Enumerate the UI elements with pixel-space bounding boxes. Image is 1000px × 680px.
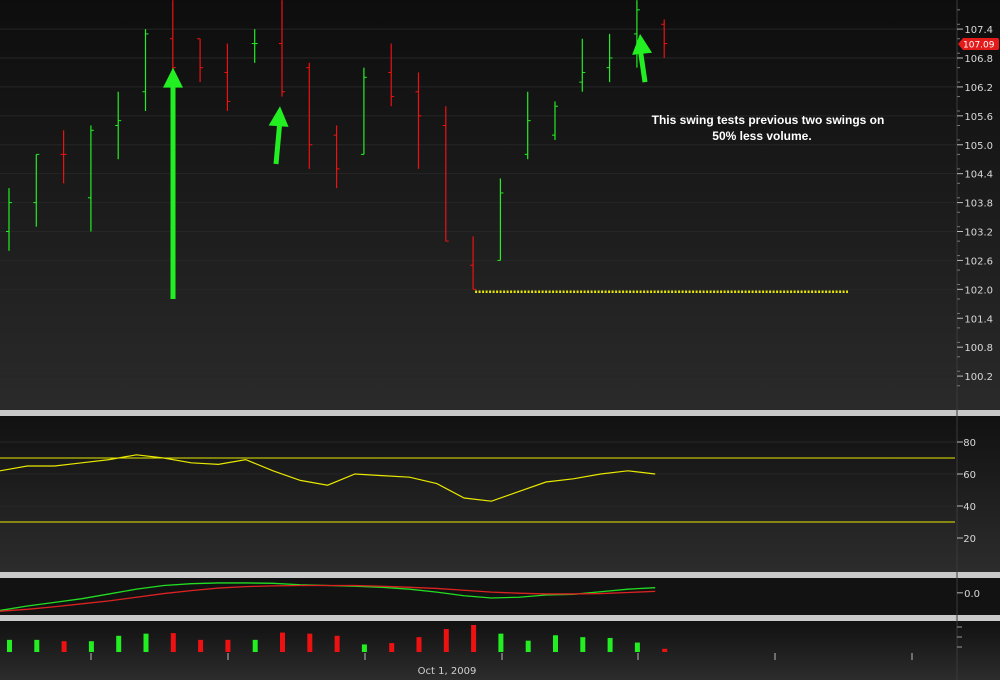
price-tick-label: 103.8 bbox=[964, 199, 993, 210]
volume-bar bbox=[280, 632, 285, 652]
volume-bar bbox=[525, 640, 531, 652]
last-price-tag: 107.09 bbox=[958, 38, 999, 51]
volume-bar bbox=[225, 639, 231, 652]
price-tick-label: 106.2 bbox=[964, 83, 993, 94]
oscillator-tick-label: 60 bbox=[963, 470, 976, 481]
volume-bar bbox=[389, 643, 395, 652]
volume-bar bbox=[170, 633, 176, 652]
price-tick-label: 101.4 bbox=[964, 314, 993, 325]
price-tick-label: 105.6 bbox=[964, 112, 993, 123]
price-tick-label: 105.0 bbox=[964, 141, 993, 152]
price-tick-label: 100.8 bbox=[964, 343, 993, 354]
panel-divider[interactable] bbox=[0, 572, 1000, 578]
volume-bar bbox=[143, 633, 149, 652]
macd-panel-bg bbox=[0, 578, 1000, 615]
volume-bar bbox=[662, 648, 668, 652]
volume-bar bbox=[416, 637, 422, 652]
price-tick-label: 102.6 bbox=[964, 256, 993, 267]
volume-bar bbox=[443, 629, 449, 652]
oscillator-tick-label: 40 bbox=[963, 502, 976, 513]
volume-bar bbox=[198, 639, 204, 652]
x-axis-date-label: Oct 1, 2009 bbox=[418, 666, 477, 677]
macd-tick-label: 0.0 bbox=[964, 589, 980, 600]
volume-bar bbox=[307, 633, 313, 652]
oscillator-tick-label: 20 bbox=[963, 534, 976, 545]
volume-bar bbox=[553, 635, 558, 652]
volume-bar bbox=[607, 637, 613, 652]
panel-divider[interactable] bbox=[0, 410, 1000, 416]
price-tick-label: 103.2 bbox=[964, 228, 993, 239]
last-price-label: 107.09 bbox=[963, 41, 995, 51]
volume-bar bbox=[498, 633, 504, 652]
annotation-line-2: 50% less volume. bbox=[712, 129, 811, 143]
panel-divider[interactable] bbox=[0, 615, 1000, 621]
volume-bar bbox=[88, 641, 94, 652]
volume-bar bbox=[634, 642, 640, 652]
oscillator-tick-label: 80 bbox=[963, 438, 976, 449]
volume-bar bbox=[34, 639, 40, 652]
price-tick-label: 100.2 bbox=[964, 372, 993, 383]
volume-bar bbox=[61, 641, 67, 652]
oscillator-panel-bg bbox=[0, 416, 1000, 572]
price-tick-label: 106.8 bbox=[964, 54, 993, 65]
price-tick-label: 107.4 bbox=[964, 25, 993, 36]
volume-bar bbox=[334, 635, 340, 652]
stock-chart: 100.2 100.8 101.4 102.0 102.6 103.2 103.8 104.4… bbox=[0, 0, 1000, 680]
volume-bar bbox=[580, 637, 586, 652]
volume-bar bbox=[116, 635, 122, 652]
volume-bar bbox=[471, 625, 477, 652]
price-tick-label: 104.4 bbox=[964, 170, 993, 181]
annotation-line-1: This swing tests previous two swings on bbox=[652, 113, 885, 127]
volume-bar bbox=[252, 639, 258, 652]
price-tick-label: 102.0 bbox=[964, 285, 993, 296]
chart-root: 100.2 100.8 101.4 102.0 102.6 103.2 103.8 104.4… bbox=[0, 0, 1000, 680]
volume-bar bbox=[361, 644, 367, 652]
volume-bar bbox=[7, 639, 12, 652]
